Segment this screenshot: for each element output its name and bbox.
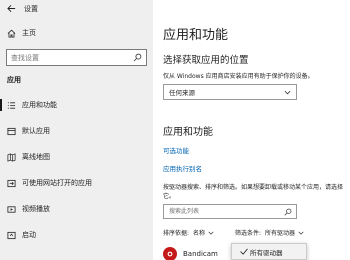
home-icon [0, 29, 22, 38]
video-icon [0, 205, 22, 214]
main-content: 应用和功能 选择获取应用的位置 仅从 Windows 应用商店安装应用有助于保护… [153, 0, 350, 260]
apps-heading: 应用和功能 [163, 127, 213, 138]
section-label: 应用 [7, 76, 21, 84]
search-icon[interactable] [128, 53, 146, 62]
map-icon [0, 152, 22, 162]
filter-value: 所有驱动器 [265, 230, 296, 237]
filter-dropdown-menu[interactable]: 所有驱动器 [231, 243, 307, 260]
install-description: 仅从 Windows 应用商店安装应用有助于保护你的设备。 [163, 73, 314, 80]
home-label: 主页 [22, 29, 36, 37]
filter-option-all-drives[interactable]: 所有驱动器 [250, 247, 283, 257]
checkmark-icon [240, 248, 248, 255]
window-title: 设置 [24, 4, 38, 13]
back-arrow-icon [6, 5, 15, 12]
chevron-down-icon [208, 231, 214, 235]
sort-control[interactable]: 排序依据: 名称 [163, 228, 214, 237]
search-icon[interactable] [280, 208, 296, 216]
app-list-search[interactable] [163, 204, 297, 219]
filter-control[interactable]: 筛选条件: 所有驱动器 [235, 228, 304, 237]
app-list-search-input[interactable] [164, 205, 280, 218]
startup-icon [0, 231, 22, 240]
bandicam-app-icon [163, 247, 177, 260]
install-source-dropdown[interactable]: 任何来源 [163, 84, 297, 100]
sidebar-item-offline-maps[interactable]: 离线地图 [0, 144, 153, 170]
default-apps-icon [0, 127, 22, 136]
sidebar: 设置 主页 应用 应用和功能 默认应用 离 [0, 0, 153, 260]
sidebar-item-label: 离线地图 [22, 153, 50, 161]
sidebar-item-label: 视频播放 [22, 205, 50, 213]
back-button[interactable] [0, 0, 22, 17]
sort-value: 名称 [193, 230, 206, 237]
sidebar-item-label: 可使用网站打开的应用 [22, 179, 92, 187]
app-list-item[interactable]: Bandicam [163, 247, 218, 260]
chevron-down-icon [298, 231, 304, 235]
app-name: Bandicam [183, 250, 218, 258]
sidebar-nav: 应用和功能 默认应用 离线地图 可使用网站打开的应用 视频播放 启动 [0, 92, 153, 248]
install-heading: 选择获取应用的位置 [163, 55, 249, 66]
apps-description: 按驱动器搜索、排序和筛选。如果想要卸载或移动某个应用，请选择它。 [163, 184, 344, 200]
settings-search-input[interactable] [7, 50, 128, 65]
page-title: 应用和功能 [163, 28, 229, 43]
filter-label: 筛选条件: [235, 230, 262, 237]
sidebar-item-label: 默认应用 [22, 127, 50, 135]
sidebar-home[interactable]: 主页 [0, 25, 153, 41]
sidebar-item-startup[interactable]: 启动 [0, 222, 153, 248]
web-app-icon [0, 179, 22, 188]
list-icon [0, 101, 22, 110]
optional-features-link[interactable]: 可选功能 [163, 145, 189, 155]
sidebar-item-web-apps[interactable]: 可使用网站打开的应用 [0, 170, 153, 196]
sort-label: 排序依据: [163, 230, 190, 237]
chevron-down-icon [284, 90, 291, 94]
sidebar-item-video-playback[interactable]: 视频播放 [0, 196, 153, 222]
title-bar: 设置 [0, 0, 153, 17]
sidebar-item-label: 启动 [22, 231, 36, 239]
sidebar-item-apps-features[interactable]: 应用和功能 [0, 92, 153, 118]
sidebar-item-label: 应用和功能 [22, 101, 57, 109]
app-aliases-link[interactable]: 应用执行别名 [163, 163, 202, 173]
sidebar-item-default-apps[interactable]: 默认应用 [0, 118, 153, 144]
install-source-value: 任何来源 [169, 89, 195, 97]
settings-search[interactable] [6, 49, 147, 66]
